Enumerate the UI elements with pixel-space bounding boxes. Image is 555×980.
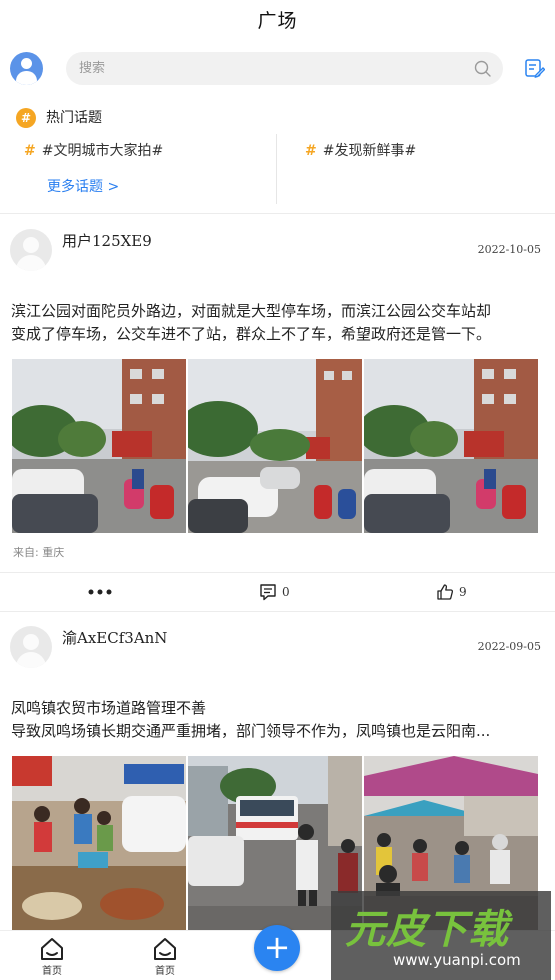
like-button[interactable]: 9 bbox=[436, 572, 467, 612]
comment-count: 0 bbox=[282, 585, 290, 599]
user-avatar-icon[interactable] bbox=[10, 229, 52, 271]
my-avatar-icon[interactable] bbox=[10, 52, 43, 85]
topic-label: #发现新鲜事# bbox=[322, 143, 417, 159]
post-text-line: 变成了停车场，公交车进不了站，群众上不了车，希望政府还是管一下。 bbox=[11, 325, 492, 343]
post-photo[interactable] bbox=[12, 359, 186, 533]
more-topics-link[interactable]: 更多话题 > bbox=[47, 176, 119, 198]
tab-square[interactable]: 首页 bbox=[140, 934, 190, 980]
tab-home[interactable]: 首页 bbox=[27, 934, 77, 980]
search-icon[interactable] bbox=[474, 60, 491, 77]
more-dots-icon bbox=[88, 589, 112, 595]
post-card[interactable]: 渝AxECf3AnN 2022-09-05 凤鸣镇农贸市场道路管理不善 导致凤鸣… bbox=[0, 611, 555, 931]
comment-button[interactable]: 0 bbox=[259, 572, 290, 612]
search-box[interactable] bbox=[66, 52, 503, 85]
topic-label: #文明城市大家拍# bbox=[41, 143, 164, 159]
hash-icon: # bbox=[305, 143, 317, 159]
watermark: 元皮下载 www.yuanpi.com bbox=[331, 891, 551, 980]
watermark-logo: 元皮下载 bbox=[345, 907, 509, 953]
post-photo[interactable] bbox=[12, 756, 186, 930]
tab-home-label: 首页 bbox=[42, 966, 62, 977]
post-actions: 0 9 bbox=[0, 572, 555, 612]
post-text-line: 滨江公园对面陀员外路边，对面就是大型停车场，而滨江公园公交车站却 bbox=[11, 302, 492, 320]
post-text-line: 凤鸣镇农贸市场道路管理不善 bbox=[11, 699, 207, 717]
search-row bbox=[0, 50, 555, 88]
post-content[interactable]: 滨江公园对面陀员外路边，对面就是大型停车场，而滨江公园公交车站却 变成了停车场，… bbox=[11, 300, 546, 346]
post-text-line: 导致凤鸣场镇长期交通严重拥堵，部门领导不作为，凤鸣镇也是云阳南... bbox=[11, 722, 491, 740]
app-header: 广场 bbox=[0, 0, 555, 44]
search-input[interactable] bbox=[79, 52, 459, 85]
post-date: 2022-10-05 bbox=[477, 243, 541, 256]
post-photo[interactable] bbox=[188, 359, 362, 533]
post-username[interactable]: 渝AxECf3AnN bbox=[62, 627, 167, 649]
tab-square-label: 首页 bbox=[155, 966, 175, 977]
post-photo[interactable] bbox=[364, 359, 538, 533]
hot-topic-hash-icon: # bbox=[16, 108, 36, 128]
topic-item[interactable]: # #文明城市大家拍# bbox=[24, 140, 163, 162]
like-icon bbox=[437, 584, 454, 600]
topic-item[interactable]: # #发现新鲜事# bbox=[305, 140, 416, 162]
hash-icon: # bbox=[24, 143, 36, 159]
comment-icon bbox=[260, 584, 276, 601]
home-icon bbox=[41, 938, 63, 960]
add-post-button[interactable]: + bbox=[254, 925, 300, 971]
hot-topics-section: # 热门话题 # #文明城市大家拍# # #发现新鲜事# 更多话题 > bbox=[0, 100, 555, 213]
post-card[interactable]: 用户125XE9 2022-10-05 滨江公园对面陀员外路边，对面就是大型停车… bbox=[0, 214, 555, 572]
home-icon bbox=[154, 938, 176, 960]
post-content[interactable]: 凤鸣镇农贸市场道路管理不善 导致凤鸣场镇长期交通严重拥堵，部门领导不作为，凤鸣镇… bbox=[11, 697, 546, 743]
like-count: 9 bbox=[459, 585, 467, 599]
edit-icon[interactable] bbox=[524, 58, 545, 79]
page-title: 广场 bbox=[257, 10, 298, 32]
post-source: 来自: 重庆 bbox=[13, 546, 65, 559]
post-date: 2022-09-05 bbox=[477, 640, 541, 653]
watermark-url: www.yuanpi.com bbox=[393, 951, 521, 969]
post-username[interactable]: 用户125XE9 bbox=[62, 230, 152, 252]
more-button[interactable] bbox=[88, 572, 112, 612]
hot-topics-title: 热门话题 bbox=[46, 110, 102, 126]
divider bbox=[276, 134, 277, 204]
post-photo-grid bbox=[12, 359, 540, 533]
user-avatar-icon[interactable] bbox=[10, 626, 52, 668]
